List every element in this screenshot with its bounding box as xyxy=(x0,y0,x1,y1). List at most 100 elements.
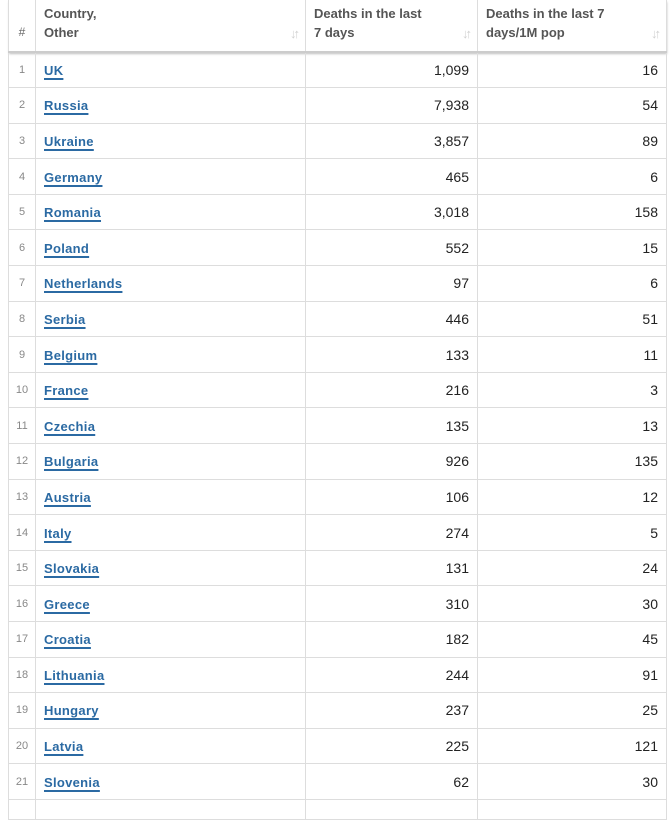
row-rank: 3 xyxy=(8,122,36,160)
country-link[interactable]: Slovenia xyxy=(44,775,100,790)
country-link[interactable]: Austria xyxy=(44,490,91,505)
country-link[interactable]: UK xyxy=(44,63,63,78)
empty-cell xyxy=(35,798,306,820)
row-deaths-7d-per-1m: 91 xyxy=(477,656,667,694)
table-row: 20 Latvia 225 121 xyxy=(8,727,667,765)
row-deaths-7d: 97 xyxy=(305,265,478,302)
header-deaths-7d[interactable]: Deaths in the last 7 days ↓↑ xyxy=(305,0,478,52)
table-row: 15 Slovakia 131 24 xyxy=(8,549,667,587)
row-deaths-7d-per-1m: 11 xyxy=(477,336,667,373)
country-link[interactable]: Lithuania xyxy=(44,668,104,683)
country-link[interactable]: Latvia xyxy=(44,739,83,754)
sort-icon[interactable]: ↓↑ xyxy=(651,27,661,41)
row-country-cell: Greece xyxy=(35,585,306,622)
country-link[interactable]: Hungary xyxy=(44,703,99,718)
row-deaths-7d-per-1m: 6 xyxy=(477,265,667,302)
row-deaths-7d: 131 xyxy=(305,549,478,587)
row-deaths-7d-per-1m: 13 xyxy=(477,407,667,445)
row-rank: 11 xyxy=(8,407,36,445)
row-deaths-7d: 225 xyxy=(305,727,478,765)
row-country-cell: Russia xyxy=(35,87,306,124)
country-link[interactable]: Greece xyxy=(44,597,90,612)
header-rank-label: # xyxy=(18,25,26,39)
country-link[interactable]: Romania xyxy=(44,205,101,220)
row-rank: 2 xyxy=(8,87,36,124)
row-deaths-7d: 135 xyxy=(305,407,478,445)
country-link[interactable]: Italy xyxy=(44,526,72,541)
row-deaths-7d-per-1m: 30 xyxy=(477,585,667,622)
row-country-cell: Hungary xyxy=(35,692,306,729)
row-deaths-7d: 926 xyxy=(305,443,478,480)
header-deaths-7d-per-1m[interactable]: Deaths in the last 7 days/1M pop ↓↑ xyxy=(477,0,667,52)
row-deaths-7d: 446 xyxy=(305,300,478,338)
header-deaths-7d-per-1m-line2: days/1M pop xyxy=(486,25,565,40)
row-rank: 16 xyxy=(8,585,36,622)
row-deaths-7d-per-1m: 12 xyxy=(477,478,667,516)
country-link[interactable]: Germany xyxy=(44,170,102,185)
row-deaths-7d-per-1m: 3 xyxy=(477,371,667,409)
table-row: 9 Belgium 133 11 xyxy=(8,336,667,373)
country-link[interactable]: Netherlands xyxy=(44,276,122,291)
table-row: 14 Italy 274 5 xyxy=(8,514,667,551)
table-body: 1 UK 1,099 16 2 Russia 7,938 54 3 Ukraine 3,857 89 4… xyxy=(8,51,667,820)
row-deaths-7d-per-1m: 89 xyxy=(477,122,667,160)
row-rank: 1 xyxy=(8,51,36,89)
row-country-cell: France xyxy=(35,371,306,409)
country-link[interactable]: Croatia xyxy=(44,632,91,647)
sort-icon[interactable]: ↓↑ xyxy=(290,27,300,41)
row-country-cell: Italy xyxy=(35,514,306,551)
row-country-cell: Bulgaria xyxy=(35,443,306,480)
empty-cell xyxy=(477,798,667,820)
country-link[interactable]: Bulgaria xyxy=(44,454,98,469)
table-row: 4 Germany 465 6 xyxy=(8,158,667,195)
row-deaths-7d: 3,857 xyxy=(305,122,478,160)
table-row: 3 Ukraine 3,857 89 xyxy=(8,122,667,160)
country-link[interactable]: Slovakia xyxy=(44,561,99,576)
country-link[interactable]: Ukraine xyxy=(44,134,94,149)
row-deaths-7d-per-1m: 51 xyxy=(477,300,667,338)
row-country-cell: Romania xyxy=(35,193,306,231)
country-link[interactable]: Czechia xyxy=(44,419,95,434)
row-deaths-7d: 552 xyxy=(305,229,478,267)
row-rank: 10 xyxy=(8,371,36,409)
country-link[interactable]: Belgium xyxy=(44,348,97,363)
row-rank: 20 xyxy=(8,727,36,765)
header-deaths-7d-per-1m-line1: Deaths in the last 7 xyxy=(486,6,605,21)
row-rank: 7 xyxy=(8,265,36,302)
row-country-cell: Ukraine xyxy=(35,122,306,160)
empty-cell xyxy=(305,798,478,820)
table-row: 18 Lithuania 244 91 xyxy=(8,656,667,694)
row-deaths-7d-per-1m: 25 xyxy=(477,692,667,729)
sort-icon[interactable]: ↓↑ xyxy=(462,27,472,41)
row-country-cell: Netherlands xyxy=(35,265,306,302)
table-row: 21 Slovenia 62 30 xyxy=(8,763,667,800)
row-country-cell: Slovakia xyxy=(35,549,306,587)
header-rank: # xyxy=(8,0,36,52)
row-deaths-7d: 244 xyxy=(305,656,478,694)
empty-cell xyxy=(8,798,36,820)
country-link[interactable]: Poland xyxy=(44,241,89,256)
header-country-line1: Country, xyxy=(44,6,97,21)
row-country-cell: Croatia xyxy=(35,621,306,658)
country-link[interactable]: France xyxy=(44,383,88,398)
row-deaths-7d-per-1m: 54 xyxy=(477,87,667,124)
country-link[interactable]: Serbia xyxy=(44,312,86,327)
country-deaths-table-container: # Country, Other ↓↑ Deaths in the last 7… xyxy=(8,0,667,820)
country-link[interactable]: Russia xyxy=(44,98,88,113)
row-rank: 15 xyxy=(8,549,36,587)
header-country[interactable]: Country, Other ↓↑ xyxy=(35,0,306,52)
table-row: 16 Greece 310 30 xyxy=(8,585,667,622)
row-deaths-7d: 237 xyxy=(305,692,478,729)
row-deaths-7d: 1,099 xyxy=(305,51,478,89)
table-row: 5 Romania 3,018 158 xyxy=(8,193,667,231)
row-rank: 13 xyxy=(8,478,36,516)
row-deaths-7d: 310 xyxy=(305,585,478,622)
row-deaths-7d-per-1m: 135 xyxy=(477,443,667,480)
header-deaths-7d-per-1m-label: Deaths in the last 7 days/1M pop xyxy=(486,4,658,42)
table-row: 11 Czechia 135 13 xyxy=(8,407,667,445)
row-deaths-7d-per-1m: 24 xyxy=(477,549,667,587)
header-country-label: Country, Other xyxy=(44,4,297,42)
table-row: 10 France 216 3 xyxy=(8,371,667,409)
row-deaths-7d-per-1m: 30 xyxy=(477,763,667,800)
row-country-cell: Serbia xyxy=(35,300,306,338)
